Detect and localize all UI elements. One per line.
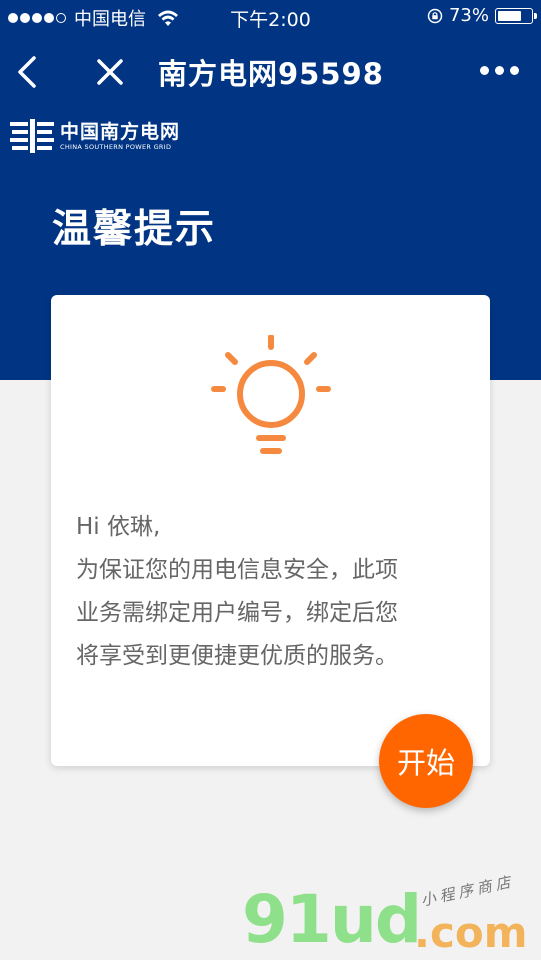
notice-card: Hi 依琳, 为保证您的用电信息安全，此项 业务需绑定用户编号，绑定后您 将享受…	[51, 295, 490, 766]
notice-line: 将享受到更便捷更优质的服务。	[76, 643, 398, 669]
navigation-bar: 南方电网95598	[0, 40, 541, 104]
greeting-text: Hi 依琳,	[76, 514, 161, 540]
status-bar: 中国电信 下午2:00 73%	[0, 0, 541, 36]
headline: 温馨提示	[52, 207, 217, 252]
more-options-icon[interactable]	[480, 66, 519, 75]
notice-line: 为保证您的用电信息安全，此项	[76, 557, 398, 583]
notice-text: Hi 依琳, 为保证您的用电信息安全，此项 业务需绑定用户编号，绑定后您 将享受…	[76, 506, 476, 678]
watermark-domain: .com	[414, 908, 528, 957]
battery-icon	[495, 7, 537, 24]
watermark-brand: 91ud	[242, 881, 422, 958]
start-button[interactable]: 开始	[379, 714, 473, 808]
watermark-tagline: 小程序商店	[419, 872, 516, 910]
rotation-lock-icon	[427, 8, 443, 23]
page-title: 南方电网95598	[158, 57, 384, 91]
company-logo: 中国南方电网 CHINA SOUTHERN POWER GRID	[10, 118, 180, 154]
lightbulb-icon	[211, 335, 331, 454]
logo-chinese-text: 中国南方电网	[60, 120, 181, 143]
battery-percent: 73%	[448, 5, 489, 26]
status-right: 73%	[427, 5, 537, 26]
back-arrow-icon[interactable]	[14, 54, 40, 90]
power-grid-logo-icon	[10, 119, 54, 153]
close-icon[interactable]	[94, 56, 126, 88]
logo-english-text: CHINA SOUTHERN POWER GRID	[60, 142, 172, 151]
notice-line: 业务需绑定用户编号，绑定后您	[76, 600, 398, 626]
